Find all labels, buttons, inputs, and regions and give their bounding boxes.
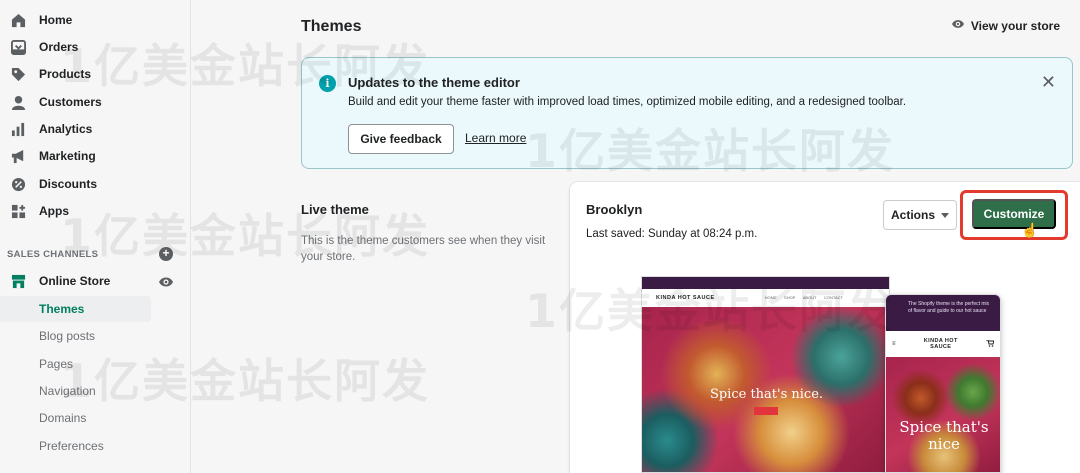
bar-chart-icon [9,120,27,138]
theme-name: Brooklyn [586,202,643,217]
sidebar-item-discounts[interactable]: Discounts [0,171,191,197]
sidebar-item-home[interactable]: Home [0,7,191,33]
home-icon [9,11,27,29]
close-icon[interactable]: ✕ [1041,73,1056,91]
live-theme-card: Brooklyn Last saved: Sunday at 08:24 p.m… [570,182,1080,473]
sidebar-item-label: Navigation [39,384,96,398]
preview-headline: Spice that's nice. [709,387,824,402]
desktop-theme-preview: KINDA HOT SAUCE HOME SHOP ABOUT CONTACT … [641,276,890,473]
preview-nav: KINDA HOT SAUCE HOME SHOP ABOUT CONTACT [642,289,889,307]
preview-menu-item: HOME [764,295,777,300]
eye-icon [951,18,965,33]
sidebar-item-pages[interactable]: Pages [0,351,151,377]
sidebar-item-label: Blog posts [39,329,96,343]
store-icon [9,272,27,290]
sidebar-item-label: Pages [39,357,74,371]
sidebar-item-label: Apps [39,204,69,218]
tag-icon [9,65,27,83]
give-feedback-button[interactable]: Give feedback [348,124,454,154]
sidebar-item-preferences[interactable]: Preferences [0,433,151,459]
preview-mobile-headline: Spice that's nice [899,418,989,453]
sidebar-item-label: Analytics [39,122,93,136]
view-your-store-link[interactable]: View your store [951,18,1060,33]
sidebar-item-marketing[interactable]: Marketing [0,143,191,169]
live-theme-heading: Live theme [301,202,369,217]
sidebar-item-label: Themes [39,302,85,316]
banner-body: Build and edit your theme faster with im… [348,96,907,108]
sidebar-item-products[interactable]: Products [0,61,191,87]
sidebar-item-customers[interactable]: Customers [0,89,191,115]
mobile-theme-preview: The Shopify theme is the perfect mix of … [885,294,1001,473]
sidebar-item-label: Products [39,67,92,81]
preview-menu-item: SHOP [784,295,796,300]
caret-down-icon [941,208,949,222]
preview-mobile-promo: The Shopify theme is the perfect mix of … [886,295,1000,331]
sidebar-item-navigation[interactable]: Navigation [0,378,151,404]
sidebar-item-label: Orders [39,40,79,54]
customize-button[interactable]: Customize [972,199,1056,229]
preview-mobile-logo: KINDA HOT SAUCE [924,338,958,350]
sidebar-item-domains[interactable]: Domains [0,405,151,431]
sidebar-item-label: Preferences [39,439,104,453]
view-store-eye-icon[interactable] [158,275,174,289]
add-channel-button[interactable]: + [159,247,173,261]
sidebar-item-label: Home [39,13,73,27]
live-theme-description: This is the theme customers see when the… [301,235,546,263]
info-icon: i [319,75,336,92]
preview-logo: KINDA HOT SAUCE [656,295,715,301]
sidebar-item-label: Marketing [39,149,96,163]
preview-menu: HOME SHOP ABOUT CONTACT [765,295,849,301]
apps-icon [9,202,27,220]
sidebar-item-label: Customers [39,95,102,109]
actions-dropdown-button[interactable]: Actions [883,200,957,230]
actions-label: Actions [890,208,935,222]
sidebar-item-apps[interactable]: Apps [0,198,191,224]
preview-hero-image: Spice that's nice. [642,307,889,472]
preview-mobile-header: ≡ KINDA HOT SAUCE [886,331,1000,357]
discount-icon [9,175,27,193]
sidebar-item-label: Online Store [39,274,111,288]
cart-icon [986,339,995,349]
sidebar-item-orders[interactable]: Orders [0,34,191,60]
main-content: Themes View your store i Updates to the … [192,0,1080,473]
page-title: Themes [301,18,362,35]
banner-title: Updates to the theme editor [348,75,520,90]
orders-icon [9,38,27,56]
preview-menu-item: ABOUT [802,295,817,300]
view-store-label: View your store [970,18,1060,33]
last-saved-text: Last saved: Sunday at 08:24 p.m. [586,228,758,240]
preview-menu-item: CONTACT [823,295,843,300]
preview-mobile-logo-line: SAUCE [930,344,952,350]
sidebar: Home Orders Products Customers Analytics… [0,0,191,473]
sidebar-item-blog-posts[interactable]: Blog posts [0,323,151,349]
sidebar-item-analytics[interactable]: Analytics [0,116,191,142]
pointer-cursor-icon: ☝ [1021,222,1039,238]
hamburger-icon: ≡ [892,341,896,347]
theme-editor-update-banner: i Updates to the theme editor Build and … [301,57,1073,169]
preview-shop-button [754,407,778,415]
preview-announcement-bar [642,277,889,289]
sidebar-item-label: Domains [39,411,87,425]
sales-channels-heading: SALES CHANNELS [7,249,99,260]
learn-more-link[interactable]: Learn more [465,131,526,145]
megaphone-icon [9,147,27,165]
sidebar-item-label: Discounts [39,177,98,191]
sidebar-item-themes[interactable]: Themes [0,296,151,322]
preview-mobile-hero: Spice that's nice [886,357,1000,472]
person-icon [9,93,27,111]
